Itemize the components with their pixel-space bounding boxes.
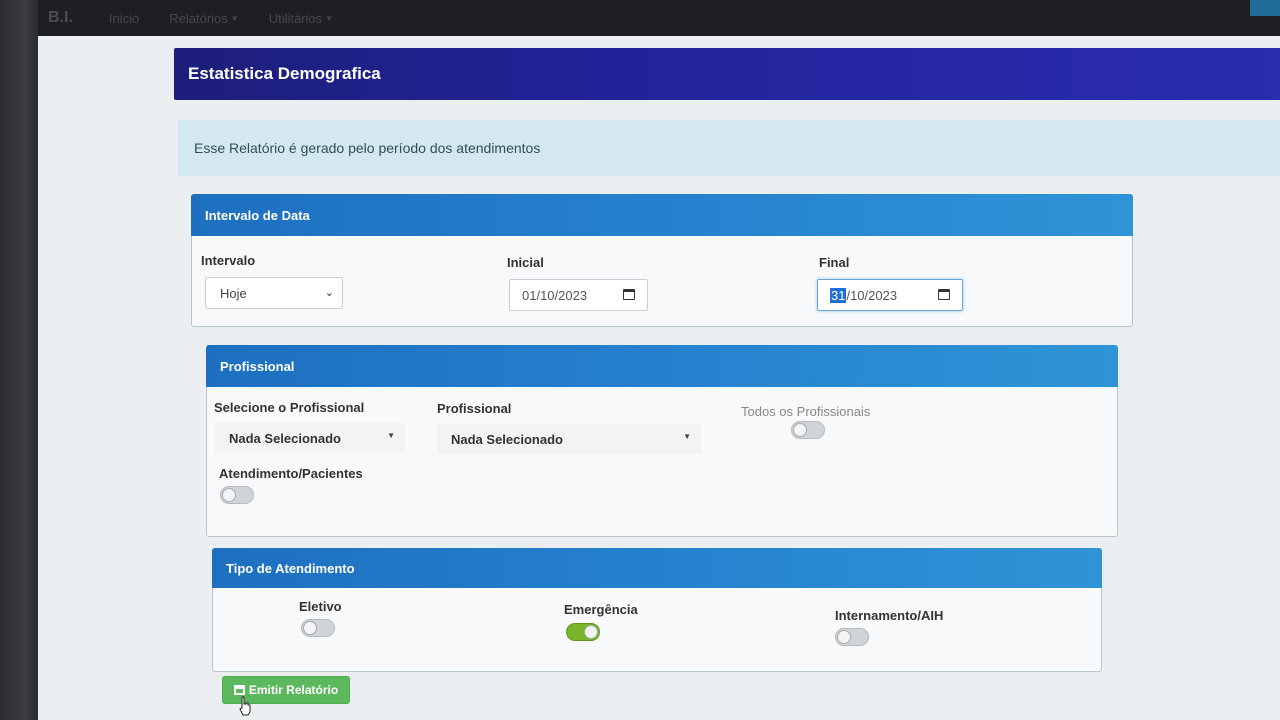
emergency-label: Emergência (564, 602, 638, 617)
info-alert: Esse Relatório é gerado pelo período dos… (178, 120, 1280, 176)
screen: B.I. Inicio Relatórios ▼ Utilitários ▼ Est… (38, 0, 1280, 720)
end-date-rest: /10/2023 (846, 287, 898, 303)
all-professionals-toggle[interactable] (791, 421, 825, 439)
end-date-label: Final (819, 255, 850, 270)
hospitalization-toggle[interactable] (835, 628, 869, 646)
nav-inicio-label: Inicio (108, 10, 140, 26)
start-date-value: 01/10/2023 (522, 287, 588, 303)
hospitalization-label: Internamento/AIH (835, 608, 944, 623)
date-interval-panel: Intervalo de Data Intervalo Hoje ⌄ Inici… (191, 194, 1133, 327)
caret-down-icon: ▼ (683, 432, 691, 441)
interval-select[interactable]: Hoje ⌄ (205, 277, 343, 309)
select-professional-dropdown[interactable]: Nada Selecionado ▼ (215, 423, 405, 453)
nav-inicio[interactable]: Inicio (109, 11, 139, 26)
interval-select-value: Hoje (220, 285, 247, 301)
emergency-toggle[interactable] (566, 623, 600, 641)
nav-utilitarios-label: Utilitários (268, 10, 323, 26)
toggle-knob (584, 625, 598, 639)
nav-relatorios-label: Relatórios (169, 10, 228, 26)
attendance-label: Atendimento/Pacientes (219, 466, 363, 481)
toggle-knob (303, 621, 317, 635)
caret-down-icon: ▼ (325, 13, 334, 23)
date-panel-title: Intervalo de Data (191, 194, 1133, 236)
toggle-knob (222, 488, 236, 502)
select-professional-value: Nada Selecionado (229, 430, 341, 446)
top-navbar: B.I. Inicio Relatórios ▼ Utilitários ▼ (38, 0, 1280, 36)
chevron-down-icon: ⌄ (324, 287, 334, 299)
elective-label: Eletivo (299, 599, 342, 614)
navbar-user-button[interactable] (1250, 0, 1280, 16)
professional-label: Profissional (437, 401, 512, 416)
emit-report-label: Emitir Relatório (248, 683, 339, 697)
professional-panel-title: Profissional (206, 345, 1118, 387)
end-date-day-selected: 31 (830, 287, 847, 303)
professional-panel: Profissional Selecione o Profissional Na… (206, 345, 1118, 537)
caret-down-icon: ▼ (230, 13, 239, 23)
nav-utilitarios[interactable]: Utilitários ▼ (269, 11, 333, 26)
attendance-type-panel: Tipo de Atendimento Eletivo Emergência I… (212, 548, 1102, 672)
attendance-type-title: Tipo de Atendimento (212, 548, 1102, 588)
start-date-input[interactable]: 01/10/2023 (509, 279, 648, 311)
hand-cursor-icon (239, 696, 251, 716)
monitor-bezel (0, 0, 40, 720)
toggle-knob (837, 630, 851, 644)
page-title: Estatistica Demografica (174, 48, 1280, 100)
calendar-icon[interactable] (623, 289, 635, 300)
start-date-label: Inicial (507, 255, 544, 270)
end-date-input[interactable]: 31 /10/2023 (817, 279, 963, 311)
select-professional-label: Selecione o Profissional (214, 400, 365, 415)
nav-relatorios[interactable]: Relatórios ▼ (169, 11, 238, 26)
elective-toggle[interactable] (301, 619, 335, 637)
calendar-icon[interactable] (938, 289, 950, 300)
toggle-knob (793, 423, 807, 437)
all-professionals-label: Todos os Profissionais (741, 404, 871, 419)
professional-value: Nada Selecionado (451, 431, 563, 447)
professional-dropdown[interactable]: Nada Selecionado ▼ (437, 424, 701, 454)
printer-icon (233, 685, 245, 695)
attendance-toggle[interactable] (220, 486, 254, 504)
brand-logo[interactable]: B.I. (48, 9, 73, 27)
caret-down-icon: ▼ (387, 431, 395, 440)
interval-label: Intervalo (201, 253, 256, 268)
